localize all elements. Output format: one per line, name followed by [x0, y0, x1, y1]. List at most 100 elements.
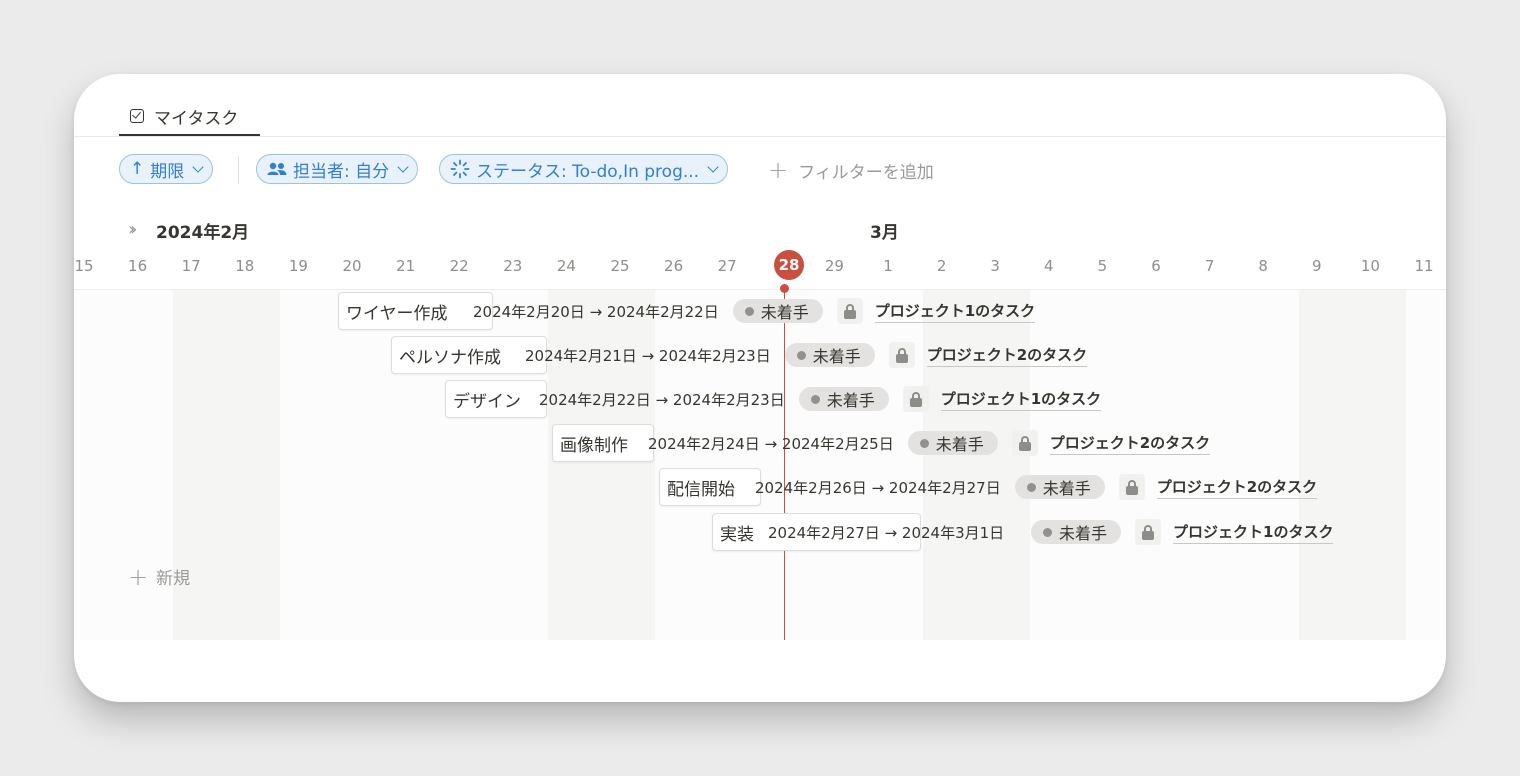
- add-filter-label: フィルターを追加: [798, 162, 934, 183]
- status-badge[interactable]: 未着手: [1014, 475, 1105, 499]
- lock-icon: [902, 386, 929, 412]
- day-label: 21: [396, 257, 416, 275]
- day-label: 26: [664, 257, 684, 275]
- task-bar[interactable]: ワイヤー作成: [338, 292, 493, 330]
- new-task-button[interactable]: + 新規: [128, 562, 191, 591]
- timeline-header-divider: [74, 289, 1446, 290]
- day-label: 27: [717, 257, 737, 275]
- sort-chip[interactable]: ↑ 期限: [119, 154, 214, 184]
- plus-icon: +: [128, 562, 149, 591]
- project-link[interactable]: プロジェクト1のタスク: [874, 300, 1036, 323]
- lock-icon: [1118, 474, 1145, 500]
- status-spinner-icon: [450, 159, 470, 179]
- weekend-shade: [1299, 290, 1406, 640]
- status-label: 未着手: [760, 303, 809, 322]
- month-label-mar: 3月: [870, 223, 899, 243]
- checkbox-icon: [130, 109, 144, 123]
- task-bar[interactable]: デザイン: [445, 380, 547, 418]
- status-filter-label: ステータス: To-do,In prog...: [476, 161, 700, 182]
- status-label: 未着手: [1042, 479, 1091, 498]
- day-label: 24: [556, 257, 576, 275]
- status-dot-icon: [1043, 527, 1052, 537]
- project-link[interactable]: プロジェクト1のタスク: [1173, 521, 1334, 544]
- status-badge[interactable]: 未着手: [784, 343, 875, 367]
- task-row[interactable]: 実装 2024年2月27日 → 2024年3月1日 未着手 プロジェクト1のタスク: [712, 513, 1334, 551]
- day-label: 5: [1097, 257, 1108, 275]
- status-label: 未着手: [812, 347, 861, 366]
- task-bar[interactable]: ペルソナ作成: [391, 336, 547, 374]
- task-row[interactable]: デザイン 2024年2月22日 → 2024年2月23日 未着手 プロジェクト1…: [445, 380, 1102, 418]
- task-bar[interactable]: 実装 2024年2月27日 → 2024年3月1日: [712, 513, 1004, 551]
- status-badge[interactable]: 未着手: [798, 387, 889, 411]
- status-badge[interactable]: 未着手: [907, 431, 998, 455]
- day-label: 4: [1044, 257, 1054, 275]
- lock-icon: [888, 342, 915, 368]
- task-bar[interactable]: 配信開始: [659, 468, 761, 506]
- project-link[interactable]: プロジェクト2のタスク: [1049, 432, 1211, 455]
- filter-separator: [238, 156, 239, 184]
- tab-divider: [74, 136, 1446, 137]
- task-title: 実装: [720, 524, 754, 545]
- add-filter-button[interactable]: + フィルターを追加: [768, 156, 934, 184]
- task-dates: 2024年2月21日 → 2024年2月23日: [525, 346, 771, 365]
- tab-label: マイタスク: [154, 108, 239, 129]
- timeline-view-card: マイタスク ↑ 期限 担当者: 自分 ステータス: To-do,In prog.…: [74, 74, 1446, 702]
- people-icon: [267, 162, 287, 175]
- chevron-down-icon: [192, 161, 204, 173]
- status-label: 未着手: [1059, 524, 1108, 543]
- task-title: ペルソナ作成: [399, 347, 501, 368]
- status-dot-icon: [810, 394, 820, 404]
- project-link[interactable]: プロジェクト2のタスク: [926, 344, 1088, 367]
- lock-icon: [1135, 519, 1162, 545]
- day-label: 29: [824, 257, 844, 275]
- day-label: 8: [1258, 257, 1268, 275]
- day-label: 9: [1312, 257, 1322, 275]
- task-bar[interactable]: 画像制作: [552, 424, 654, 462]
- day-label: 7: [1204, 257, 1215, 275]
- task-title: 配信開始: [667, 479, 735, 500]
- status-label: 未着手: [826, 391, 875, 410]
- day-label: 25: [610, 257, 630, 275]
- task-row[interactable]: ワイヤー作成 2024年2月20日 → 2024年2月22日 未着手 プロジェク…: [338, 292, 1036, 330]
- task-row[interactable]: ペルソナ作成 2024年2月21日 → 2024年2月23日 未着手 プロジェク…: [391, 336, 1088, 374]
- day-label: 10: [1360, 257, 1380, 275]
- day-label: 16: [128, 257, 148, 275]
- collapse-double-chevron-icon[interactable]: ››: [128, 219, 138, 240]
- day-label: 11: [1414, 257, 1434, 275]
- lock-icon: [836, 298, 863, 324]
- project-link[interactable]: プロジェクト1のタスク: [940, 388, 1102, 411]
- project-link[interactable]: プロジェクト2のタスク: [1156, 476, 1318, 499]
- status-badge[interactable]: 未着手: [732, 299, 823, 323]
- day-label: 17: [181, 257, 201, 275]
- status-badge[interactable]: 未着手: [1031, 520, 1122, 544]
- status-dot-icon: [919, 438, 929, 448]
- day-label: 22: [449, 257, 469, 275]
- task-dates: 2024年2月27日 → 2024年3月1日: [768, 523, 1005, 542]
- arrow-up-icon: ↑: [130, 159, 145, 179]
- status-dot-icon: [1026, 482, 1036, 492]
- plus-icon: +: [768, 156, 789, 184]
- status-dot-icon: [744, 306, 754, 316]
- task-title: 画像制作: [560, 435, 628, 456]
- day-label: 15: [74, 257, 94, 275]
- tab-my-tasks[interactable]: マイタスク: [120, 96, 260, 136]
- task-row[interactable]: 配信開始 2024年2月26日 → 2024年2月27日 未着手 プロジェクト2…: [659, 468, 1318, 506]
- new-task-label: 新規: [156, 569, 191, 589]
- day-label: 6: [1151, 257, 1161, 275]
- sort-label: 期限: [150, 161, 185, 182]
- chevron-down-icon: [707, 161, 719, 173]
- today-marker: 28: [774, 250, 804, 280]
- day-label: 1: [883, 257, 893, 275]
- task-dates: 2024年2月26日 → 2024年2月27日: [755, 478, 1001, 497]
- status-dot-icon: [796, 350, 806, 360]
- assignee-filter-chip[interactable]: 担当者: 自分: [256, 154, 419, 184]
- task-title: デザイン: [453, 391, 521, 412]
- task-dates: 2024年2月24日 → 2024年2月25日: [648, 434, 894, 453]
- day-label: 19: [288, 257, 308, 275]
- task-row[interactable]: 画像制作 2024年2月24日 → 2024年2月25日 未着手 プロジェクト2…: [552, 424, 1211, 462]
- month-label-feb: 2024年2月: [156, 223, 250, 243]
- day-label: 2: [936, 257, 947, 275]
- status-filter-chip[interactable]: ステータス: To-do,In prog...: [439, 154, 729, 184]
- lock-icon: [1011, 430, 1038, 456]
- task-dates: 2024年2月22日 → 2024年2月23日: [539, 390, 785, 409]
